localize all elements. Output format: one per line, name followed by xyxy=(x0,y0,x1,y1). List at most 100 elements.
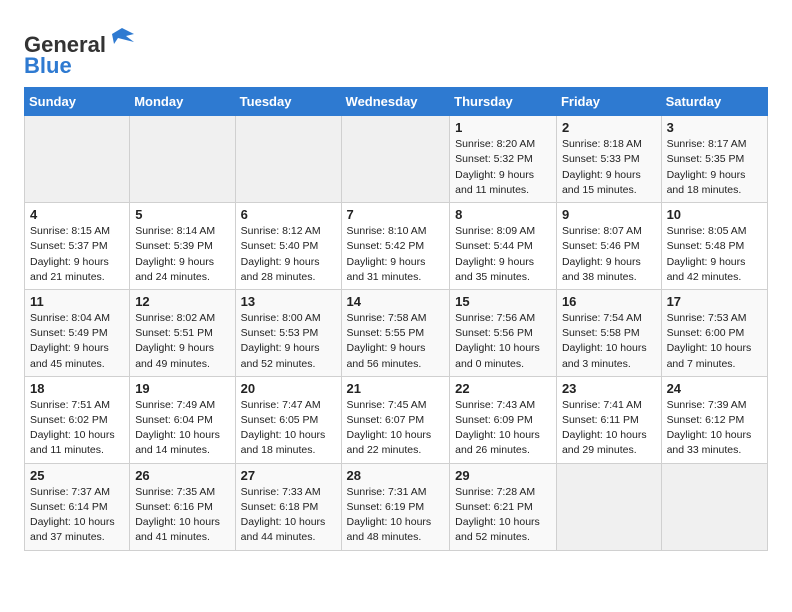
day-number: 6 xyxy=(241,207,336,222)
calendar-cell: 25Sunrise: 7:37 AM Sunset: 6:14 PM Dayli… xyxy=(25,463,130,550)
calendar-cell: 5 Sunrise: 8:14 AM Sunset: 5:39 PM Daylig… xyxy=(130,203,235,290)
day-number: 23 xyxy=(562,381,656,396)
day-info: Sunrise: 7:54 AM Sunset: 5:58 PM Dayligh… xyxy=(562,311,656,372)
calendar-table: SundayMondayTuesdayWednesdayThursdayFrid… xyxy=(24,87,768,550)
day-info: Sunrise: 7:43 AM Sunset: 6:09 PM Dayligh… xyxy=(455,398,551,459)
week-row-2: 11 Sunrise: 8:04 AM Sunset: 5:49 PM Dayli… xyxy=(25,289,768,376)
day-number: 4 xyxy=(30,207,124,222)
day-number: 1 xyxy=(455,120,551,135)
day-number: 8 xyxy=(455,207,551,222)
day-info: Sunrise: 7:33 AM Sunset: 6:18 PM Dayligh… xyxy=(241,485,336,546)
day-number: 29 xyxy=(455,468,551,483)
calendar-cell: 7 Sunrise: 8:10 AM Sunset: 5:42 PM Daylig… xyxy=(341,203,450,290)
day-info: Sunrise: 7:56 AM Sunset: 5:56 PM Dayligh… xyxy=(455,311,551,372)
day-info: Sunrise: 7:53 AM Sunset: 6:00 PM Dayligh… xyxy=(667,311,762,372)
day-info: Sunrise: 7:31 AM Sunset: 6:19 PM Dayligh… xyxy=(347,485,445,546)
day-info: Sunrise: 8:02 AM Sunset: 5:51 PM Dayligh… xyxy=(135,311,229,372)
day-info: Sunrise: 7:58 AM Sunset: 5:55 PM Dayligh… xyxy=(347,311,445,372)
day-info: Sunrise: 8:18 AM Sunset: 5:33 PM Dayligh… xyxy=(562,137,656,198)
calendar-cell: 27 Sunrise: 7:33 AM Sunset: 6:18 PM Dayli… xyxy=(235,463,341,550)
day-info: Sunrise: 8:15 AM Sunset: 5:37 PM Dayligh… xyxy=(30,224,124,285)
day-info: Sunrise: 8:17 AM Sunset: 5:35 PM Dayligh… xyxy=(667,137,762,198)
day-info: Sunrise: 8:12 AM Sunset: 5:40 PM Dayligh… xyxy=(241,224,336,285)
calendar-cell: 22 Sunrise: 7:43 AM Sunset: 6:09 PM Dayli… xyxy=(450,376,557,463)
day-number: 28 xyxy=(347,468,445,483)
calendar-header: SundayMondayTuesdayWednesdayThursdayFrid… xyxy=(25,88,768,116)
calendar-cell: 12 Sunrise: 8:02 AM Sunset: 5:51 PM Dayli… xyxy=(130,289,235,376)
day-number: 15 xyxy=(455,294,551,309)
week-row-0: 1 Sunrise: 8:20 AM Sunset: 5:32 PM Daylig… xyxy=(25,116,768,203)
calendar-cell: 10Sunrise: 8:05 AM Sunset: 5:48 PM Dayli… xyxy=(661,203,767,290)
calendar-cell: 14 Sunrise: 7:58 AM Sunset: 5:55 PM Dayli… xyxy=(341,289,450,376)
header-wednesday: Wednesday xyxy=(341,88,450,116)
day-number: 20 xyxy=(241,381,336,396)
day-number: 26 xyxy=(135,468,229,483)
week-row-3: 18 Sunrise: 7:51 AM Sunset: 6:02 PM Dayli… xyxy=(25,376,768,463)
calendar-cell: 3 Sunrise: 8:17 AM Sunset: 5:35 PM Daylig… xyxy=(661,116,767,203)
day-info: Sunrise: 8:20 AM Sunset: 5:32 PM Dayligh… xyxy=(455,137,551,198)
calendar-cell: 21 Sunrise: 7:45 AM Sunset: 6:07 PM Dayli… xyxy=(341,376,450,463)
logo: General Blue xyxy=(24,24,136,79)
calendar-cell: 4 Sunrise: 8:15 AM Sunset: 5:37 PM Daylig… xyxy=(25,203,130,290)
calendar-cell: 16 Sunrise: 7:54 AM Sunset: 5:58 PM Dayli… xyxy=(556,289,661,376)
day-number: 25 xyxy=(30,468,124,483)
calendar-cell: 20 Sunrise: 7:47 AM Sunset: 6:05 PM Dayli… xyxy=(235,376,341,463)
calendar-cell: 29 Sunrise: 7:28 AM Sunset: 6:21 PM Dayli… xyxy=(450,463,557,550)
day-number: 2 xyxy=(562,120,656,135)
calendar-cell xyxy=(341,116,450,203)
calendar-cell: 23 Sunrise: 7:41 AM Sunset: 6:11 PM Dayli… xyxy=(556,376,661,463)
day-info: Sunrise: 8:14 AM Sunset: 5:39 PM Dayligh… xyxy=(135,224,229,285)
page-header: General Blue xyxy=(24,20,768,79)
day-info: Sunrise: 8:04 AM Sunset: 5:49 PM Dayligh… xyxy=(30,311,124,372)
calendar-cell: 24Sunrise: 7:39 AM Sunset: 6:12 PM Dayli… xyxy=(661,376,767,463)
day-info: Sunrise: 8:10 AM Sunset: 5:42 PM Dayligh… xyxy=(347,224,445,285)
day-number: 12 xyxy=(135,294,229,309)
calendar-cell xyxy=(235,116,341,203)
day-info: Sunrise: 8:05 AM Sunset: 5:48 PM Dayligh… xyxy=(667,224,762,285)
day-info: Sunrise: 7:41 AM Sunset: 6:11 PM Dayligh… xyxy=(562,398,656,459)
calendar-cell: 1 Sunrise: 8:20 AM Sunset: 5:32 PM Daylig… xyxy=(450,116,557,203)
day-number: 9 xyxy=(562,207,656,222)
header-monday: Monday xyxy=(130,88,235,116)
day-info: Sunrise: 8:07 AM Sunset: 5:46 PM Dayligh… xyxy=(562,224,656,285)
calendar-cell: 11 Sunrise: 8:04 AM Sunset: 5:49 PM Dayli… xyxy=(25,289,130,376)
day-info: Sunrise: 7:28 AM Sunset: 6:21 PM Dayligh… xyxy=(455,485,551,546)
calendar-cell: 18 Sunrise: 7:51 AM Sunset: 6:02 PM Dayli… xyxy=(25,376,130,463)
week-row-4: 25Sunrise: 7:37 AM Sunset: 6:14 PM Dayli… xyxy=(25,463,768,550)
day-info: Sunrise: 7:39 AM Sunset: 6:12 PM Dayligh… xyxy=(667,398,762,459)
day-number: 7 xyxy=(347,207,445,222)
calendar-cell: 8 Sunrise: 8:09 AM Sunset: 5:44 PM Daylig… xyxy=(450,203,557,290)
calendar-cell: 13Sunrise: 8:00 AM Sunset: 5:53 PM Dayli… xyxy=(235,289,341,376)
calendar-cell xyxy=(556,463,661,550)
day-number: 11 xyxy=(30,294,124,309)
calendar-cell: 9 Sunrise: 8:07 AM Sunset: 5:46 PM Daylig… xyxy=(556,203,661,290)
header-friday: Friday xyxy=(556,88,661,116)
header-sunday: Sunday xyxy=(25,88,130,116)
day-number: 3 xyxy=(667,120,762,135)
day-info: Sunrise: 7:35 AM Sunset: 6:16 PM Dayligh… xyxy=(135,485,229,546)
logo-blue-text: Blue xyxy=(24,53,136,79)
day-info: Sunrise: 8:09 AM Sunset: 5:44 PM Dayligh… xyxy=(455,224,551,285)
day-info: Sunrise: 7:49 AM Sunset: 6:04 PM Dayligh… xyxy=(135,398,229,459)
day-number: 17 xyxy=(667,294,762,309)
day-number: 21 xyxy=(347,381,445,396)
header-thursday: Thursday xyxy=(450,88,557,116)
day-info: Sunrise: 7:51 AM Sunset: 6:02 PM Dayligh… xyxy=(30,398,124,459)
logo-bird-icon xyxy=(108,24,136,52)
day-number: 5 xyxy=(135,207,229,222)
calendar-cell: 6 Sunrise: 8:12 AM Sunset: 5:40 PM Daylig… xyxy=(235,203,341,290)
day-info: Sunrise: 7:45 AM Sunset: 6:07 PM Dayligh… xyxy=(347,398,445,459)
day-number: 22 xyxy=(455,381,551,396)
day-number: 13 xyxy=(241,294,336,309)
day-number: 16 xyxy=(562,294,656,309)
calendar-cell: 28 Sunrise: 7:31 AM Sunset: 6:19 PM Dayli… xyxy=(341,463,450,550)
day-number: 14 xyxy=(347,294,445,309)
header-saturday: Saturday xyxy=(661,88,767,116)
header-tuesday: Tuesday xyxy=(235,88,341,116)
day-info: Sunrise: 7:47 AM Sunset: 6:05 PM Dayligh… xyxy=(241,398,336,459)
calendar-cell xyxy=(661,463,767,550)
calendar-body: 1 Sunrise: 8:20 AM Sunset: 5:32 PM Daylig… xyxy=(25,116,768,550)
day-number: 27 xyxy=(241,468,336,483)
day-number: 18 xyxy=(30,381,124,396)
calendar-cell xyxy=(130,116,235,203)
